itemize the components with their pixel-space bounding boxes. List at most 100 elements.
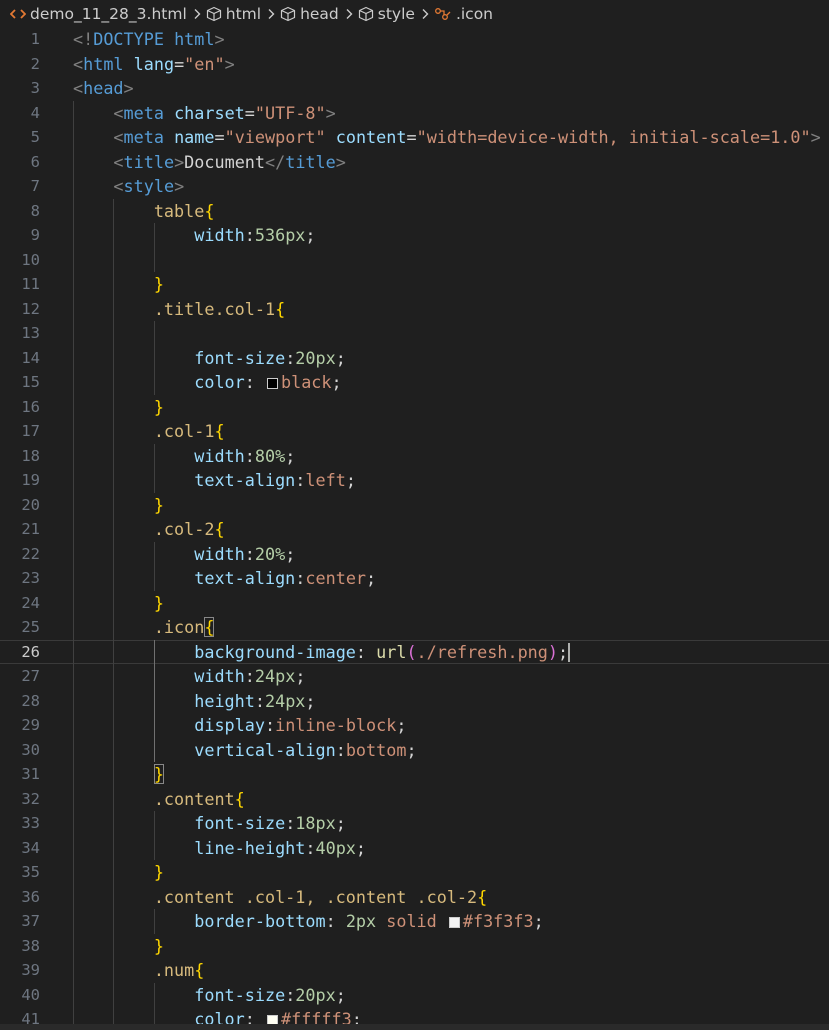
line-number: 34 — [21, 838, 40, 857]
code-line[interactable]: 28 height:24px; — [0, 688, 829, 713]
code-editor[interactable]: 1 <!DOCTYPE html> 2 <html lang="en"> 3 <head>… — [0, 27, 829, 1027]
code-line[interactable]: 32 .content{ — [0, 786, 829, 811]
line-number: 14 — [21, 348, 40, 367]
code-text: font-size:20px; — [194, 347, 346, 368]
code-text: border-bottom: 2px solid #f3f3f3; — [194, 911, 544, 931]
code-line[interactable]: 26 background-image: url(./refresh.png); — [0, 639, 829, 664]
breadcrumb-file[interactable]: demo_11_28_3.html — [10, 5, 187, 23]
code-text: font-size:20px; — [194, 984, 346, 1005]
line-number: 16 — [21, 397, 40, 416]
code-line[interactable]: 4 <meta charset="UTF-8"> — [0, 100, 829, 125]
line-number: 28 — [21, 691, 40, 710]
code-line[interactable]: 23 text-align:center; — [0, 566, 829, 591]
code-line[interactable]: 24 } — [0, 590, 829, 615]
code-text: text-align:center; — [194, 568, 377, 588]
indent-guide — [153, 247, 155, 272]
code-line[interactable]: 34 line-height:40px; — [0, 835, 829, 860]
line-number: 19 — [21, 471, 40, 489]
code-line[interactable]: 20 } — [0, 492, 829, 517]
code-text: } — [153, 935, 164, 956]
code-line[interactable]: 22 width:20%; — [0, 541, 829, 566]
code-line[interactable]: 21 .col-2{ — [0, 517, 829, 542]
code-line[interactable]: 18 width:80%; — [0, 443, 829, 468]
breadcrumb-head-label: head — [300, 4, 339, 23]
breadcrumb-style[interactable]: style — [358, 5, 415, 23]
code-line[interactable]: 31 } — [0, 762, 829, 787]
code-line[interactable]: 12 .title.col-1{ — [0, 296, 829, 321]
code-line[interactable]: 15 color: black; — [0, 370, 829, 395]
code-text: <title>Document</title> — [113, 151, 346, 172]
code-text: background-image: url(./refresh.png); — [194, 641, 571, 662]
breadcrumb-html[interactable]: html — [206, 5, 261, 23]
code-line[interactable]: 10 — [0, 247, 829, 272]
code-line[interactable]: 38 } — [0, 933, 829, 958]
breadcrumb-head[interactable]: head — [280, 5, 339, 23]
breadcrumb-icon-label: .icon — [455, 4, 493, 23]
code-line[interactable]: 8 table{ — [0, 198, 829, 223]
color-swatch[interactable] — [448, 917, 460, 928]
code-text: .col-2{ — [153, 519, 225, 539]
indent-guide — [113, 321, 115, 346]
breadcrumb-icon-selector[interactable]: .icon — [434, 5, 493, 23]
chevron-right-icon — [267, 8, 275, 20]
code-line[interactable]: 36 .content .col-1, .content .col-2{ — [0, 884, 829, 909]
code-line[interactable]: 11 } — [0, 272, 829, 297]
breadcrumb-html-label: html — [225, 4, 262, 23]
line-number: 39 — [21, 961, 40, 979]
code-line[interactable]: 14 font-size:20px; — [0, 345, 829, 370]
line-number: 20 — [21, 495, 40, 514]
code-line[interactable]: 40 font-size:20px; — [0, 982, 829, 1007]
code-text: } — [153, 396, 164, 417]
indent-guide — [73, 321, 74, 346]
code-text: .content{ — [153, 788, 245, 809]
line-number: 27 — [21, 667, 40, 685]
code-text: .title.col-1{ — [153, 298, 286, 319]
line-number: 13 — [21, 324, 40, 342]
code-line[interactable]: 35 } — [0, 860, 829, 885]
breadcrumb-file-label: demo_11_28_3.html — [30, 4, 187, 23]
code-line[interactable]: 3 <head> — [0, 76, 829, 101]
code-line[interactable]: 19 text-align:left; — [0, 468, 829, 493]
line-number: 38 — [21, 936, 40, 955]
line-number: 10 — [21, 250, 40, 269]
code-text: width:80%; — [194, 445, 296, 466]
code-text: } — [153, 494, 164, 515]
code-line[interactable]: 30 vertical-align:bottom; — [0, 737, 829, 762]
code-line[interactable]: 9 width:536px; — [0, 223, 829, 248]
code-line[interactable]: 2 <html lang="en"> — [0, 52, 829, 77]
line-number: 17 — [21, 422, 40, 440]
code-text: <meta charset="UTF-8"> — [113, 102, 336, 123]
code-text: <style> — [113, 176, 185, 196]
line-number: 8 — [30, 201, 40, 220]
code-line[interactable]: 1 <!DOCTYPE html> — [0, 27, 829, 52]
code-line[interactable]: 16 } — [0, 394, 829, 419]
code-line[interactable]: 37 border-bottom: 2px solid #f3f3f3; — [0, 909, 829, 934]
code-line[interactable]: 39 .num{ — [0, 958, 829, 983]
line-number: 30 — [21, 740, 40, 759]
code-line[interactable]: 29 display:inline-block; — [0, 713, 829, 738]
code-line[interactable]: 17 .col-1{ — [0, 419, 829, 444]
line-number: 5 — [30, 128, 40, 146]
code-text: width:20%; — [194, 543, 296, 564]
code-line[interactable]: 7 <style> — [0, 174, 829, 199]
code-line[interactable]: 25 .icon{ — [0, 615, 829, 640]
code-line[interactable]: 13 — [0, 321, 829, 346]
code-text: } — [153, 862, 164, 882]
code-text: .col-1{ — [153, 421, 225, 441]
chevron-right-icon — [193, 8, 201, 20]
line-number: 29 — [21, 716, 40, 734]
code-line[interactable]: 5 <meta name="viewport" content="width=d… — [0, 125, 829, 150]
code-text: table{ — [153, 200, 215, 221]
code-text: color: black; — [194, 372, 342, 392]
code-line[interactable]: 33 font-size:18px; — [0, 811, 829, 836]
indent-guide — [153, 321, 155, 346]
chevron-right-icon — [345, 8, 353, 20]
code-line[interactable]: 27 width:24px; — [0, 664, 829, 689]
code-line[interactable]: 6 <title>Document</title> — [0, 149, 829, 174]
line-number: 21 — [21, 520, 40, 538]
code-text: <meta name="viewport" content="width=dev… — [113, 127, 821, 147]
line-number: 18 — [21, 446, 40, 465]
color-swatch[interactable] — [267, 378, 278, 389]
horizontal-scrollbar[interactable] — [0, 1024, 829, 1030]
html-file-icon — [10, 7, 26, 21]
